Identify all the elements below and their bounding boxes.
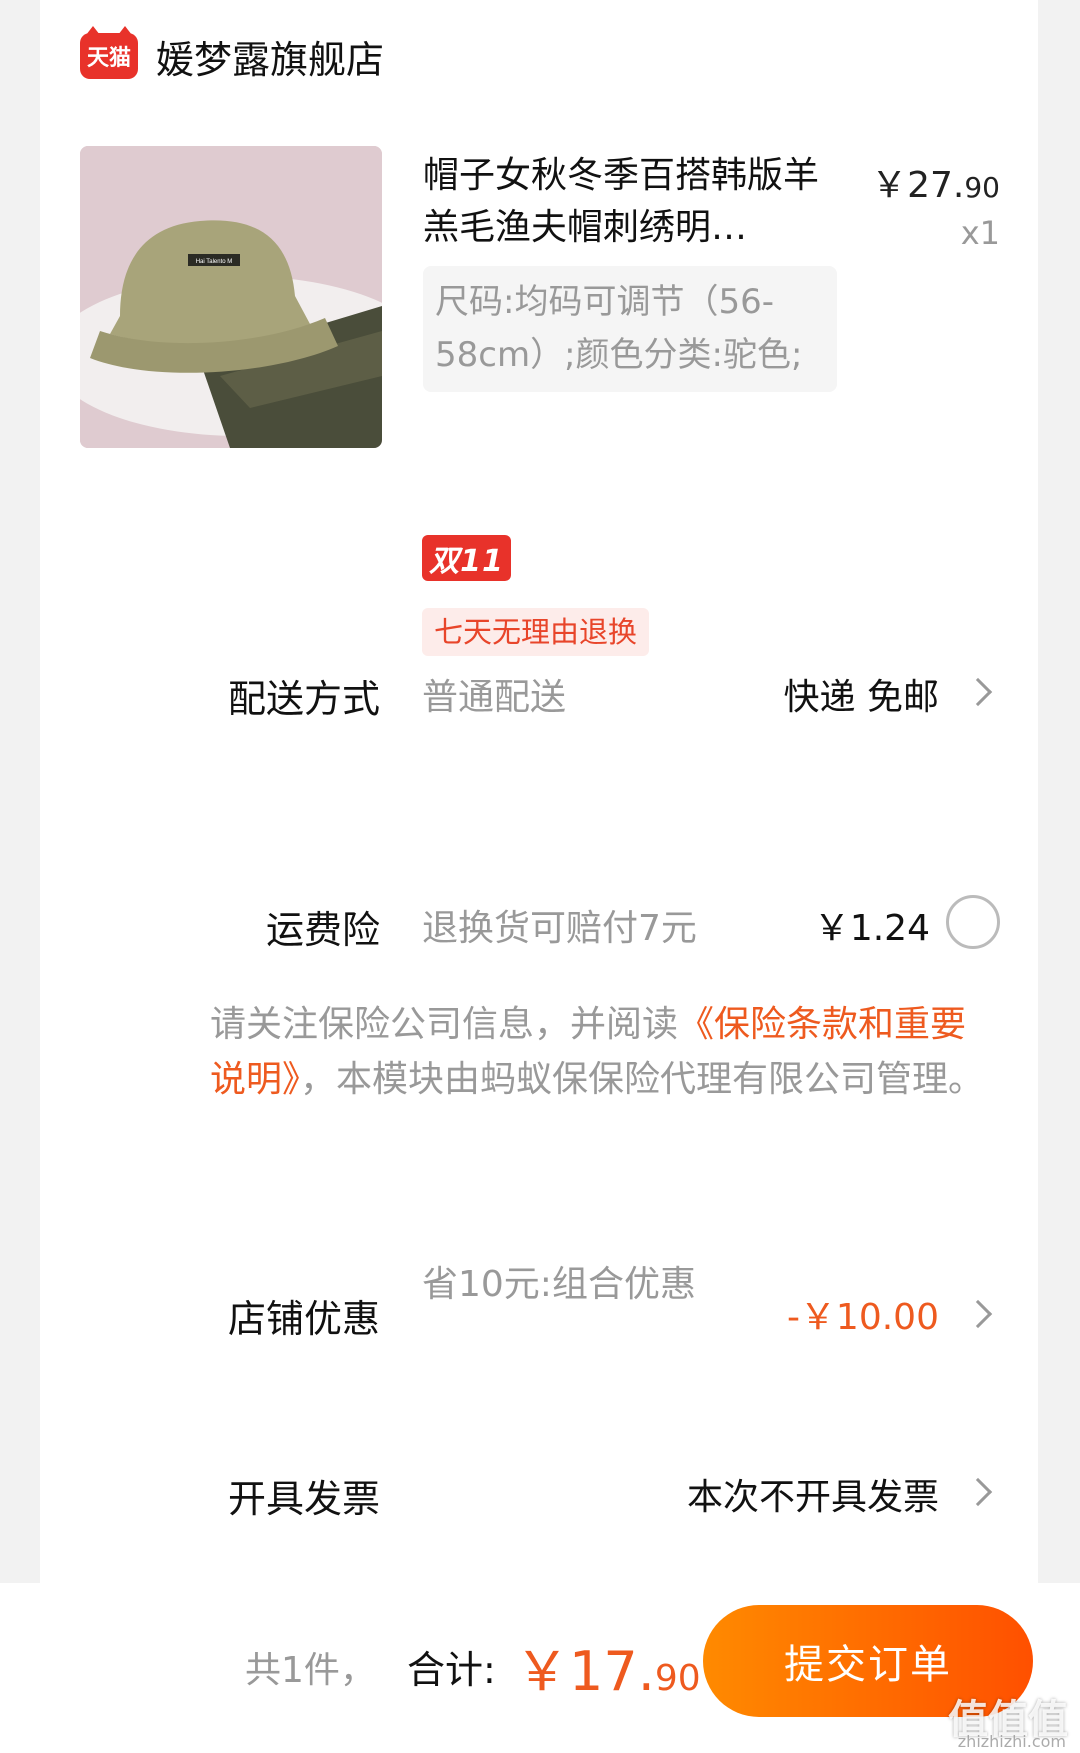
invoice-value: 本次不开具发票 [686, 1477, 939, 1518]
product-title[interactable]: 帽子女秋冬季百搭韩版羊羔毛渔夫帽刺绣明… [423, 150, 823, 254]
delivery-desc: 普通配送 [422, 677, 567, 718]
store-header[interactable]: 天猫 媛梦露旗舰店 [80, 26, 384, 84]
insurance-label: 运费险 [265, 908, 380, 952]
insurance-radio[interactable] [946, 895, 1000, 949]
insurance-notice: 请关注保险公司信息，并阅读《保险条款和重要说明》，本模块由蚂蚁保保险代理有限公司… [210, 997, 990, 1107]
insurance-price: ￥1.24 [813, 908, 930, 949]
delivery-value: 快递 免邮 [783, 677, 939, 718]
product-price-int: ￥27. [871, 165, 965, 206]
discount-label: 店铺优惠 [227, 1297, 380, 1341]
total-price: ￥17.90 [515, 1627, 701, 1706]
invoice-label: 开具发票 [227, 1477, 380, 1521]
checkout-bar: 共1件， 合计: ￥17.90 提交订单 值值值 zhizhizhi.com [0, 1583, 1080, 1753]
product-price-dec: 90 [964, 171, 1000, 204]
chevron-right-icon[interactable] [963, 677, 993, 707]
bucket-hat-image: Hai Talento M [80, 146, 382, 448]
chevron-right-icon[interactable] [963, 1299, 993, 1329]
insurance-desc: 退换货可赔付7元 [422, 908, 697, 949]
total-price-dec: 90 [654, 1658, 701, 1699]
discount-value: -￥10.00 [786, 1297, 939, 1338]
shipping-insurance-row[interactable]: 运费险 退换货可赔付7元 ￥1.24 [0, 895, 1080, 955]
discount-desc: 省10元:组合优惠 [422, 1264, 696, 1305]
tmall-logo-icon: 天猫 [80, 26, 138, 79]
invoice-row[interactable]: 开具发票 本次不开具发票 [0, 1468, 1080, 1521]
notice-text-pre: 请关注保险公司信息，并阅读 [210, 1004, 679, 1045]
product-price: ￥27.90 [871, 156, 1000, 208]
product-image[interactable]: Hai Talento M [80, 146, 382, 448]
double-11-badge: 双11 [422, 535, 511, 581]
item-count: 共1件， [245, 1650, 376, 1691]
store-name[interactable]: 媛梦露旗舰店 [156, 29, 384, 84]
delivery-row[interactable]: 配送方式 普通配送 快递 免邮 [0, 668, 1080, 721]
chevron-right-icon[interactable] [963, 1477, 993, 1507]
product-quantity: x1 [960, 214, 1000, 252]
watermark-url: zhizhizhi.com [957, 1732, 1066, 1751]
store-discount-row[interactable]: 店铺优惠 省10元:组合优惠 -￥10.00 [0, 1258, 1080, 1368]
notice-text-post: ，本模块由蚂蚁保保险代理有限公司管理。 [300, 1059, 985, 1100]
delivery-label: 配送方式 [227, 677, 380, 721]
hat-label-text: Hai Talento M [196, 259, 233, 265]
total-label: 合计: [407, 1648, 496, 1692]
return-policy-tag: 七天无理由退换 [422, 608, 650, 656]
product-sku[interactable]: 尺码:均码可调节（56-58cm）;颜色分类:驼色; [423, 266, 837, 392]
total-price-int: ￥17. [515, 1640, 655, 1703]
